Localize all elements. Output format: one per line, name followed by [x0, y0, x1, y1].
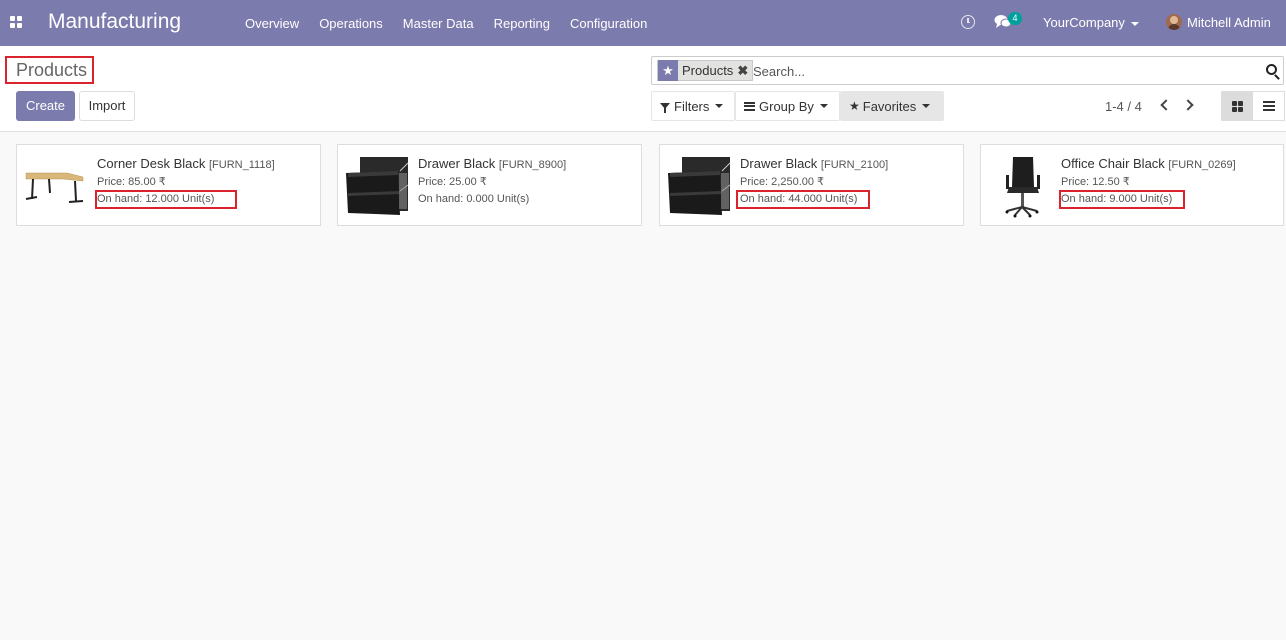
chat-count-badge: 4 [1008, 12, 1022, 25]
pager-value[interactable]: 1-4 / 4 [1105, 99, 1142, 114]
product-card[interactable]: Office Chair Black [FURN_0269] Price: 12… [980, 144, 1284, 226]
main-menu: Overview Operations Master Data Reportin… [235, 0, 657, 46]
view-switcher [1221, 91, 1285, 121]
product-code: [FURN_1118] [209, 159, 275, 171]
favorites-button[interactable]: ★ Favorites [840, 91, 944, 121]
product-card[interactable]: Corner Desk Black [FURN_1118] Price: 85.… [16, 144, 321, 226]
pager-previous-icon[interactable] [1159, 100, 1168, 109]
filter-icon [660, 103, 670, 113]
product-name-text: Office Chair Black [1061, 156, 1165, 171]
user-avatar[interactable] [1166, 14, 1182, 30]
product-name-text: Drawer Black [740, 156, 818, 171]
search-input[interactable] [753, 62, 1253, 80]
on-hand-highlight-box [736, 190, 870, 209]
filters-label: Filters [674, 98, 710, 114]
desk-image [25, 172, 84, 203]
product-card[interactable]: Drawer Black [FURN_2100] Price: 2,250.00… [659, 144, 964, 226]
list-icon [1262, 101, 1275, 111]
product-name: Drawer Black [FURN_2100] [740, 156, 888, 171]
menu-item-reporting[interactable]: Reporting [484, 16, 560, 31]
product-code: [FURN_8900] [498, 159, 567, 171]
drawer-image [346, 157, 409, 215]
search-facet: ★ Products ✖ [657, 60, 754, 81]
list-view-button[interactable] [1253, 92, 1284, 120]
create-button[interactable]: Create [16, 91, 75, 121]
caret-down-icon [715, 104, 724, 108]
product-name: Corner Desk Black [FURN_1118] [97, 156, 275, 171]
star-icon: ★ [849, 99, 860, 113]
product-card[interactable]: Drawer Black [FURN_8900] Price: 25.00 ₹ … [337, 144, 642, 226]
filters-button[interactable]: Filters [651, 91, 735, 121]
product-code: [FURN_2100] [820, 159, 889, 171]
product-on-hand: On hand: 0.000 Unit(s) [418, 193, 530, 205]
control-panel: Products Create Import ★ Products ✖ Filt… [0, 46, 1286, 132]
menu-item-overview[interactable]: Overview [235, 16, 309, 31]
product-price: Price: 2,250.00 ₹ [740, 176, 825, 188]
group-by-button[interactable]: Group By [735, 91, 840, 121]
user-menu[interactable]: Mitchell Admin [1187, 15, 1271, 30]
favorites-label: Favorites [862, 98, 917, 114]
star-icon: ★ [658, 60, 678, 81]
caret-down-icon [922, 104, 931, 108]
facet-remove-icon[interactable]: ✖ [737, 63, 752, 79]
pager-next-icon[interactable] [1184, 100, 1193, 109]
menu-item-configuration[interactable]: Configuration [560, 16, 657, 31]
company-name: YourCompany [1043, 15, 1125, 30]
caret-down-icon [819, 104, 828, 108]
on-hand-highlight-box [1059, 190, 1185, 209]
company-switcher[interactable]: YourCompany [1043, 15, 1139, 30]
caret-down-icon [1130, 21, 1139, 26]
product-name: Office Chair Black [FURN_0269] [1061, 156, 1236, 171]
chair-image [1005, 157, 1040, 218]
product-price: Price: 85.00 ₹ [97, 176, 166, 188]
activity-clock-icon[interactable] [961, 15, 975, 29]
search-bar: ★ Products ✖ [651, 56, 1284, 85]
apps-menu-icon[interactable] [10, 16, 22, 28]
page-title: Products [16, 60, 88, 80]
facet-label: Products [682, 63, 734, 78]
product-price: Price: 25.00 ₹ [418, 176, 487, 188]
app-title[interactable]: Manufacturing [48, 10, 181, 34]
group-by-label: Group By [759, 98, 814, 114]
product-name-text: Corner Desk Black [97, 156, 206, 171]
product-code: [FURN_0269] [1168, 159, 1236, 171]
search-icon[interactable] [1266, 64, 1277, 75]
top-navbar: Manufacturing Overview Operations Master… [0, 0, 1286, 46]
product-name: Drawer Black [FURN_8900] [418, 156, 566, 171]
product-price: Price: 12.50 ₹ [1061, 176, 1130, 188]
kanban-icon [1232, 100, 1243, 112]
bars-icon [744, 101, 755, 111]
kanban-view-button[interactable] [1222, 92, 1253, 120]
import-button[interactable]: Import [79, 91, 135, 121]
menu-item-master-data[interactable]: Master Data [393, 16, 484, 31]
product-name-text: Drawer Black [418, 156, 496, 171]
menu-item-operations[interactable]: Operations [309, 16, 393, 31]
user-name: Mitchell Admin [1187, 15, 1271, 30]
drawer-image [668, 157, 731, 215]
on-hand-highlight-box [95, 190, 237, 209]
